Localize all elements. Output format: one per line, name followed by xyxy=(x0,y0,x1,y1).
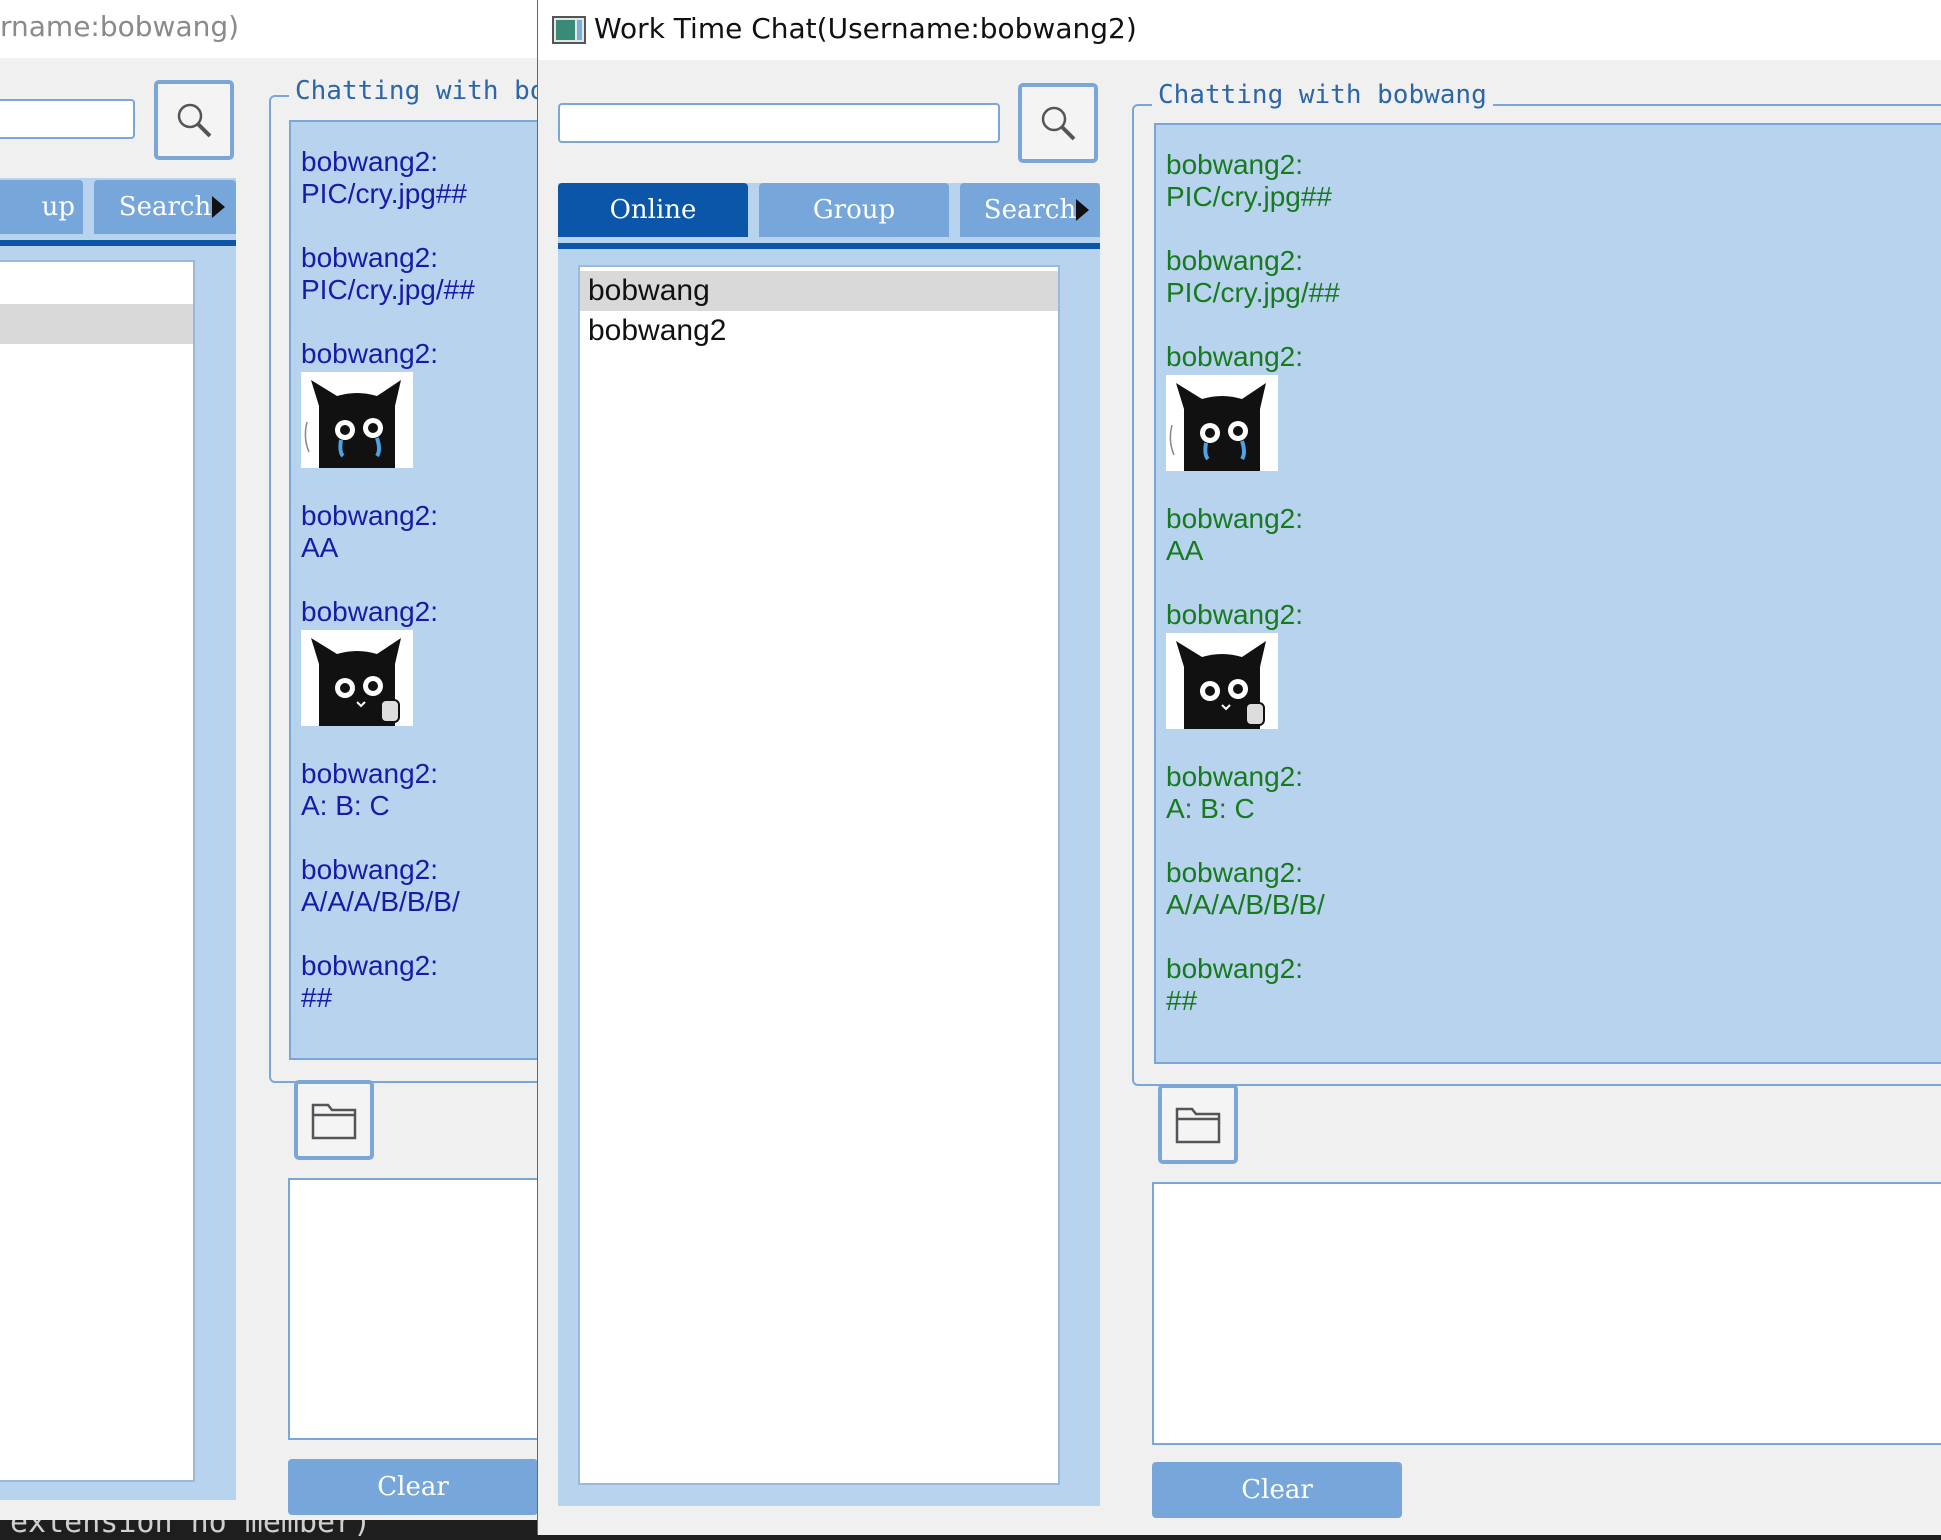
message-text: A/A/A/B/B/B/ xyxy=(1166,889,1325,920)
folder-icon xyxy=(311,1103,357,1140)
folder-icon xyxy=(1175,1107,1221,1144)
message-sender: bobwang2: xyxy=(1166,503,1304,534)
message: bobwang2: ## xyxy=(301,950,541,1014)
message-sender: bobwang2: xyxy=(1166,857,1304,888)
app-icon xyxy=(552,16,586,44)
thumbs-up-cat-image xyxy=(301,630,413,726)
message: bobwang2: xyxy=(301,338,541,468)
list-item[interactable] xyxy=(0,304,193,344)
tab-bar: up Search xyxy=(0,180,236,246)
message-sender: bobwang2: xyxy=(301,146,439,177)
tab-group[interactable]: Group xyxy=(759,183,949,237)
message: bobwang2: A: B: C xyxy=(1166,761,1941,825)
file-button[interactable] xyxy=(294,1080,374,1160)
search-button[interactable] xyxy=(1018,83,1098,163)
thumbs-up-cat-image xyxy=(1166,633,1278,729)
window-title: rname:bobwang) xyxy=(0,10,240,43)
chevron-right-icon[interactable] xyxy=(212,196,225,218)
message: bobwang2: xyxy=(301,596,541,726)
message-sender: bobwang2: xyxy=(301,758,439,789)
front-chat-window: Work Time Chat(Username:bobwang2) Online… xyxy=(537,0,1941,1535)
message-text: PIC/cry.jpg/## xyxy=(1166,277,1340,308)
message: bobwang2: PIC/cry.jpg/## xyxy=(1166,245,1941,309)
crying-cat-image xyxy=(1166,375,1278,471)
message-text: PIC/cry.jpg## xyxy=(1166,181,1332,212)
message-text: A/A/A/B/B/B/ xyxy=(301,886,460,917)
message-text: AA xyxy=(1166,535,1204,566)
message: bobwang2: AA xyxy=(301,500,541,564)
message-sender: bobwang2: xyxy=(301,338,439,369)
message: bobwang2: A/A/A/B/B/B/ xyxy=(1166,857,1941,921)
message-sender: bobwang2: xyxy=(1166,149,1304,180)
title-bar: Work Time Chat(Username:bobwang2) xyxy=(538,0,1941,60)
message-sender: bobwang2: xyxy=(301,854,439,885)
message-text: AA xyxy=(301,532,339,563)
title-bar: rname:bobwang) xyxy=(0,0,541,58)
online-user-list[interactable] xyxy=(0,260,195,1482)
message-sender: bobwang2: xyxy=(301,500,439,531)
message-area[interactable]: bobwang2: PIC/cry.jpg## bobwang2: PIC/cry.j… xyxy=(289,120,541,1060)
message: bobwang2: A: B: C xyxy=(301,758,541,822)
message: bobwang2: PIC/cry.jpg/## xyxy=(301,242,541,306)
message: bobwang2: PIC/cry.jpg## xyxy=(301,146,541,210)
search-input[interactable] xyxy=(0,99,135,139)
file-button[interactable] xyxy=(1158,1084,1238,1164)
message-text: ## xyxy=(301,982,333,1013)
message-input[interactable] xyxy=(288,1178,541,1440)
message-sender: bobwang2: xyxy=(1166,953,1304,984)
chevron-right-icon[interactable] xyxy=(1076,199,1089,221)
message-sender: bobwang2: xyxy=(1166,761,1304,792)
search-icon xyxy=(1041,106,1076,141)
list-item[interactable] xyxy=(0,262,193,304)
message: bobwang2: xyxy=(1166,341,1941,471)
message-sender: bobwang2: xyxy=(301,242,439,273)
search-button[interactable] xyxy=(154,80,234,160)
search-input[interactable] xyxy=(558,103,1000,143)
message-sender: bobwang2: xyxy=(1166,599,1304,630)
tab-bar: Online Group Search xyxy=(558,183,1100,249)
message-area[interactable]: bobwang2: PIC/cry.jpg## bobwang2: PIC/cry.j… xyxy=(1154,123,1941,1064)
tab-online[interactable]: Online xyxy=(558,183,748,237)
message-text: PIC/cry.jpg/## xyxy=(301,274,475,305)
search-icon xyxy=(177,103,212,138)
message-sender: bobwang2: xyxy=(1166,341,1304,372)
message: bobwang2: xyxy=(1166,599,1941,729)
crying-cat-image xyxy=(301,372,413,468)
user-list-item[interactable]: bobwang2 xyxy=(580,311,1058,351)
message: bobwang2: PIC/cry.jpg## xyxy=(1166,149,1941,213)
window-title: Work Time Chat(Username:bobwang2) xyxy=(594,12,1137,45)
message-sender: bobwang2: xyxy=(1166,245,1304,276)
message: bobwang2: A/A/A/B/B/B/ xyxy=(301,854,541,918)
back-chat-window: rname:bobwang) up Search Chatting with b… xyxy=(0,0,541,1520)
chat-title: Chatting with bo xyxy=(289,76,541,106)
message-sender: bobwang2: xyxy=(301,950,439,981)
clear-button[interactable]: Clear xyxy=(1152,1462,1402,1518)
message: bobwang2: AA xyxy=(1166,503,1941,567)
tab-group[interactable]: up xyxy=(0,180,83,234)
message-text: ## xyxy=(1166,985,1198,1016)
message-input[interactable] xyxy=(1152,1182,1941,1445)
clear-button[interactable]: Clear xyxy=(288,1459,538,1515)
message-text: PIC/cry.jpg## xyxy=(301,178,467,209)
online-user-list[interactable]: bobwang bobwang2 xyxy=(578,265,1060,1485)
message: bobwang2: ## xyxy=(1166,953,1941,1017)
message-text: A: B: C xyxy=(301,790,390,821)
user-list-item[interactable]: bobwang xyxy=(580,271,1058,311)
chat-title: Chatting with bobwang xyxy=(1152,80,1493,110)
message-sender: bobwang2: xyxy=(301,596,439,627)
message-text: A: B: C xyxy=(1166,793,1255,824)
